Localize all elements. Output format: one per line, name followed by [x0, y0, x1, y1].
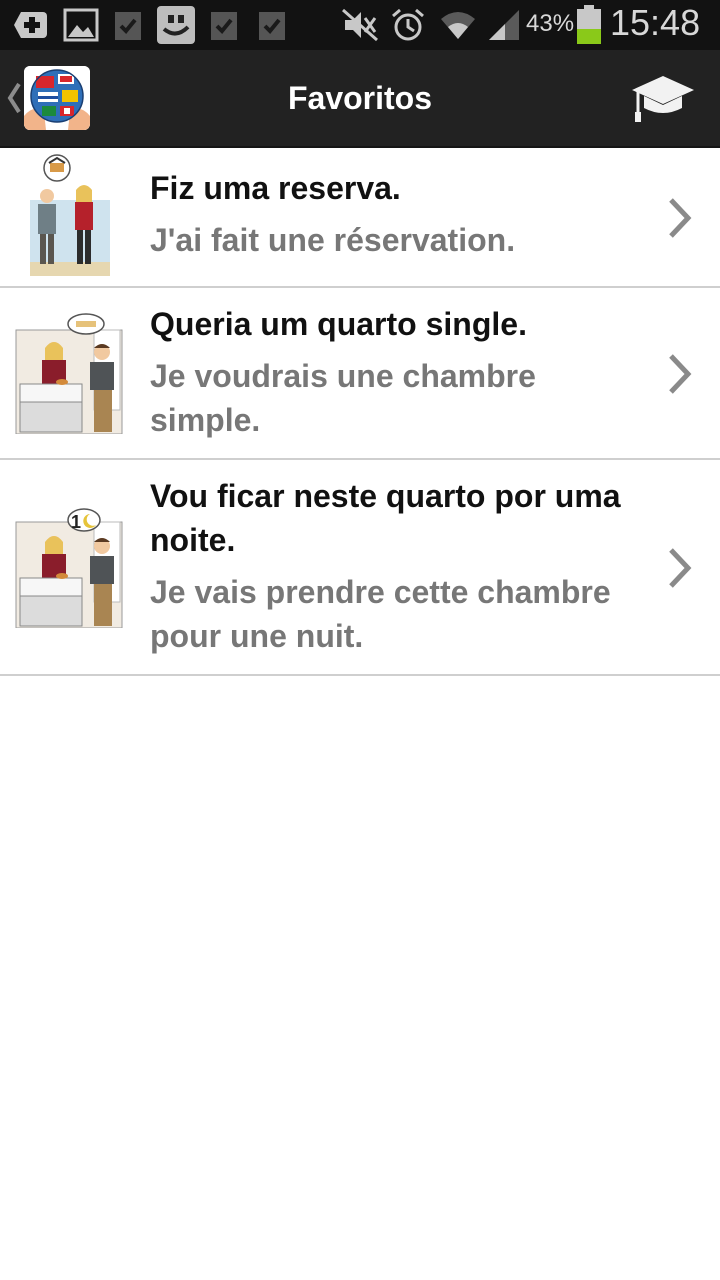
favorites-list: Fiz uma reserva. J'ai fait une réservati…	[0, 148, 720, 676]
page-title: Favoritos	[287, 80, 433, 116]
graduation-cap-icon[interactable]	[630, 70, 696, 126]
check-notification-icon	[208, 5, 240, 45]
mute-icon	[340, 5, 380, 45]
list-item[interactable]: Fiz uma reserva. J'ai fait une réservati…	[0, 148, 720, 288]
app-notification-icon	[156, 5, 196, 45]
add-notification-icon	[12, 5, 52, 45]
chevron-right-icon	[664, 546, 694, 590]
signal-icon	[486, 5, 522, 45]
chevron-right-icon	[664, 352, 694, 396]
list-item[interactable]: Queria um quarto single. Je voudrais une…	[0, 288, 720, 460]
check-notification-icon	[256, 5, 288, 45]
chevron-right-icon	[664, 196, 694, 240]
clock: 15:48	[610, 2, 701, 43]
image-notification-icon	[62, 5, 100, 45]
french-translation: Je vais prendre cette chambre pour une n…	[150, 574, 611, 654]
check-notification-icon	[112, 5, 144, 45]
portuguese-phrase: Vou ficar neste quarto por uma noite.	[150, 478, 621, 558]
illustration-reservation-icon	[14, 154, 124, 278]
illustration-single-room-icon	[14, 312, 124, 435]
french-translation: J'ai fait une réservation.	[150, 222, 516, 258]
battery-icon	[575, 5, 603, 45]
phrase-text: Vou ficar neste quarto por uma noite. Je…	[150, 474, 630, 658]
illustration-one-night-icon: 1	[14, 508, 124, 629]
battery-percent: 43%	[526, 10, 575, 37]
status-bar: 43% 15:48	[0, 0, 720, 50]
portuguese-phrase: Queria um quarto single.	[150, 306, 527, 342]
alarm-icon	[390, 5, 426, 45]
phrase-text: Fiz uma reserva. J'ai fait une réservati…	[150, 166, 630, 262]
portuguese-phrase: Fiz uma reserva.	[150, 170, 401, 206]
action-bar: Favoritos	[0, 50, 720, 148]
wifi-icon	[438, 5, 478, 45]
french-translation: Je voudrais une chambre simple.	[150, 358, 536, 438]
phrase-text: Queria um quarto single. Je voudrais une…	[150, 302, 630, 442]
bubble-number: 1	[71, 512, 81, 532]
list-item[interactable]: 1 Vou ficar neste quarto por uma noite. …	[0, 460, 720, 676]
